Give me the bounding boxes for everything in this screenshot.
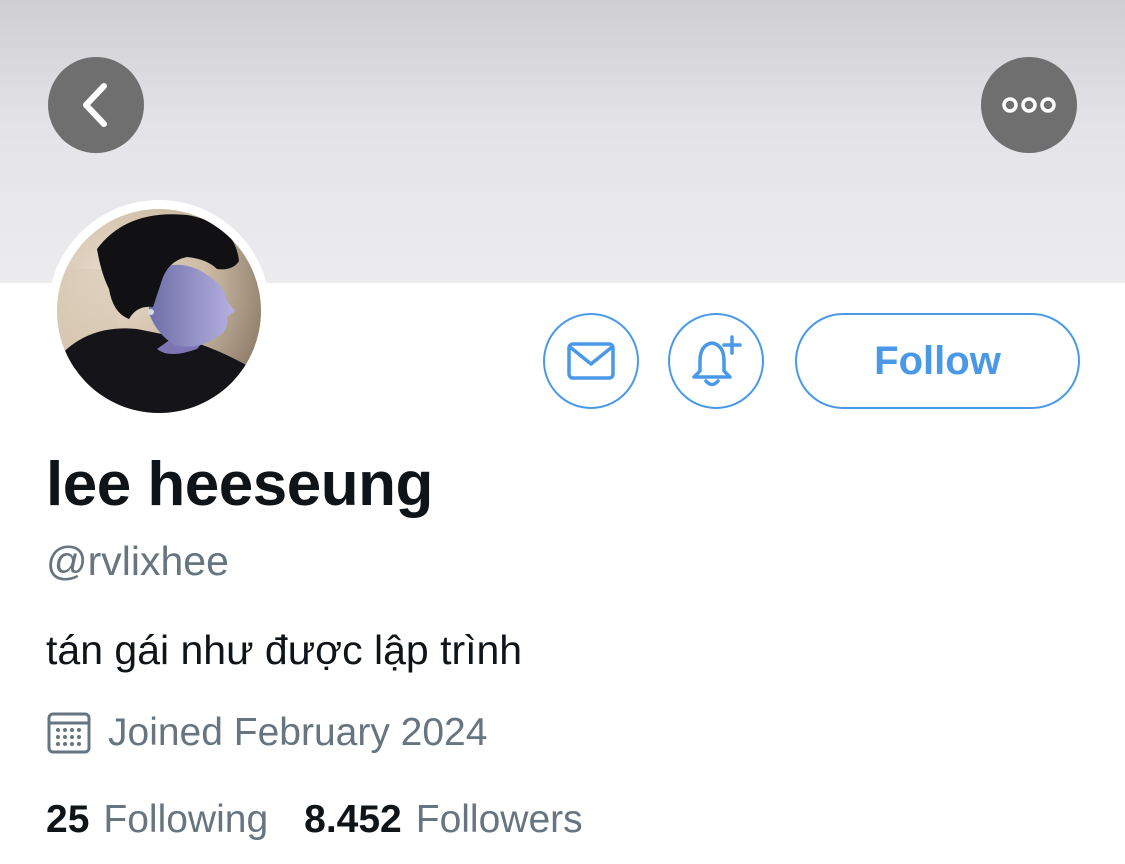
followers-count: 8.452 <box>304 798 402 841</box>
user-handle: @rvlixhee <box>46 538 229 584</box>
bell-plus-icon <box>692 335 742 387</box>
following-count: 25 <box>46 798 90 841</box>
following-link[interactable]: 25 Following <box>46 798 268 842</box>
following-label: Following <box>103 798 269 841</box>
more-options-button[interactable] <box>981 57 1077 153</box>
display-name: lee heeseung <box>46 450 433 519</box>
avatar-frame <box>48 200 270 422</box>
notifications-button[interactable] <box>668 313 764 409</box>
followers-link[interactable]: 8.452 Followers <box>304 798 582 842</box>
avatar[interactable] <box>57 209 261 413</box>
profile-page: Follow lee heeseung @rvlixhee tán gái nh… <box>0 0 1125 864</box>
profile-bio: tán gái như được lập trình <box>46 627 523 673</box>
followers-label: Followers <box>415 798 583 841</box>
joined-date: Joined February 2024 <box>108 711 488 754</box>
follow-button[interactable]: Follow <box>795 313 1080 409</box>
chevron-left-icon <box>83 83 107 127</box>
message-button[interactable] <box>543 313 639 409</box>
envelope-icon <box>567 342 615 380</box>
back-button[interactable] <box>48 57 144 153</box>
joined-date-row: Joined February 2024 <box>46 706 487 760</box>
calendar-icon <box>47 712 91 754</box>
follow-stats: 25 Following 8.452 Followers <box>46 798 583 842</box>
ellipsis-icon <box>1002 97 1056 113</box>
